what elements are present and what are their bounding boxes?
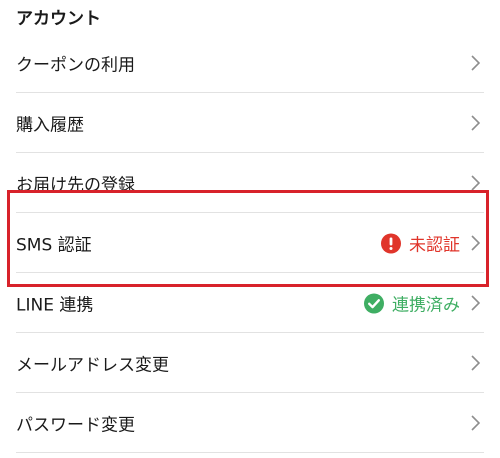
menu-item-label: SMS 認証	[16, 235, 92, 256]
menu-item-email-change[interactable]: メールアドレス変更	[0, 333, 500, 393]
chevron-right-icon	[471, 115, 480, 131]
menu-item-label: パスワード変更	[16, 415, 135, 436]
menu-item-sms-verification[interactable]: SMS 認証 未認証	[0, 213, 500, 273]
divider	[16, 452, 484, 453]
chevron-right-icon	[471, 175, 480, 191]
chevron-right-icon	[471, 55, 480, 71]
chevron-right-icon	[471, 415, 480, 431]
menu-item-label: お届け先の登録	[16, 175, 135, 196]
menu-item-line-link[interactable]: LINE 連携 連携済み	[0, 273, 500, 333]
chevron-right-icon	[471, 355, 480, 371]
menu-item-password-change[interactable]: パスワード変更	[0, 393, 500, 453]
status-badge-linked: 連携済み	[364, 291, 460, 316]
menu-item-delivery-address[interactable]: お届け先の登録	[0, 153, 500, 213]
section-title: アカウント	[16, 9, 101, 29]
chevron-right-icon	[471, 295, 480, 311]
menu-item-coupon[interactable]: クーポンの利用	[0, 33, 500, 93]
menu-item-label: 購入履歴	[16, 115, 84, 136]
status-text: 未認証	[409, 235, 460, 256]
menu-item-label: クーポンの利用	[16, 55, 135, 76]
chevron-right-icon	[471, 235, 480, 251]
status-badge-unverified: 未認証	[381, 231, 460, 256]
status-text: 連携済み	[392, 295, 460, 316]
exclamation-circle-icon	[381, 233, 401, 253]
menu-item-purchase-history[interactable]: 購入履歴	[0, 93, 500, 153]
menu-item-label: LINE 連携	[16, 295, 94, 316]
menu-item-label: メールアドレス変更	[16, 355, 169, 376]
check-circle-icon	[364, 293, 384, 313]
